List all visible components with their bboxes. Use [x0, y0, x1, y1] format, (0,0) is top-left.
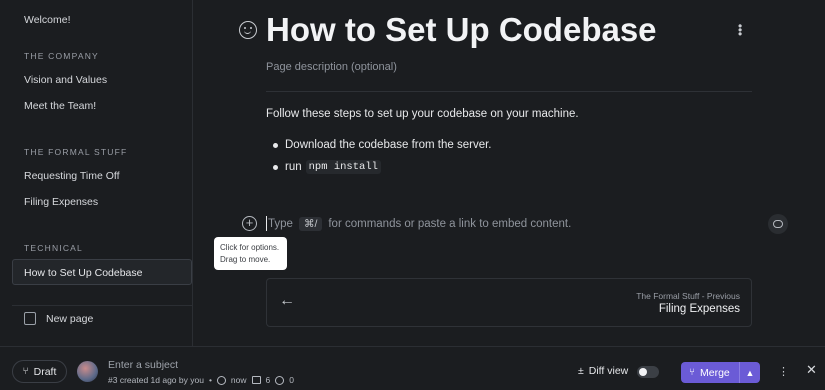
- shortcut-kbd: ⌘/: [298, 217, 323, 231]
- separator-dot: •: [208, 375, 212, 385]
- sidebar-item-expenses[interactable]: Filing Expenses: [24, 196, 98, 208]
- arrow-left-icon: ←: [279, 292, 295, 309]
- diff-view-toggle[interactable]: [637, 366, 659, 378]
- sidebar-item-team[interactable]: Meet the Team!: [24, 100, 96, 112]
- previous-page-label: The Formal Stuff - Previous: [636, 291, 740, 301]
- sidebar-section-company: THE COMPANY: [24, 51, 99, 61]
- subject-input[interactable]: Enter a subject: [108, 359, 178, 371]
- created-info: #3 created 1d ago by you: [108, 375, 204, 385]
- add-block-icon[interactable]: +: [242, 216, 257, 231]
- page-editor: How to Set Up Codebase • • • Page descript…: [193, 0, 825, 346]
- page-options-icon[interactable]: • • •: [738, 20, 742, 40]
- emoji-picker-icon[interactable]: [239, 21, 257, 39]
- sidebar-item-codebase[interactable]: How to Set Up Codebase: [12, 259, 192, 285]
- diff-icon: ±: [578, 365, 584, 377]
- tooltip-line: Click for options.: [220, 243, 280, 252]
- sidebar: Welcome! THE COMPANY Vision and Values M…: [0, 0, 193, 346]
- draft-button[interactable]: ⑂ Draft: [12, 360, 67, 383]
- pages-icon: [251, 376, 261, 384]
- merge-icon: ⑂: [689, 367, 695, 378]
- placeholder-suffix: for commands or paste a link to embed co…: [328, 218, 572, 230]
- new-page-icon: [24, 312, 36, 325]
- list-item-text: Download the codebase from the server.: [285, 139, 492, 151]
- content-paragraph[interactable]: Follow these steps to set up your codeba…: [266, 108, 579, 120]
- block-input-placeholder[interactable]: Type ⌘/ for commands or paste a link to …: [268, 217, 571, 231]
- placeholder-prefix: Type: [268, 218, 293, 230]
- comment-icon[interactable]: [768, 214, 788, 234]
- sidebar-item-label: How to Set Up Codebase: [24, 267, 143, 279]
- avatar: [77, 361, 98, 382]
- comments-count: 0: [289, 375, 294, 385]
- page-description-input[interactable]: Page description (optional): [266, 61, 397, 73]
- comment-count-icon: [275, 375, 285, 385]
- inline-code: npm install: [305, 160, 381, 174]
- diff-view-text: Diff view: [588, 365, 629, 377]
- merge-button[interactable]: ⑂ Merge ▲: [681, 362, 760, 383]
- new-page-button[interactable]: New page: [24, 312, 93, 325]
- merge-main[interactable]: ⑂ Merge: [681, 362, 739, 383]
- chevron-up-icon[interactable]: ▲: [739, 362, 760, 383]
- merge-footer: ⑂ Draft Enter a subject #3 created 1d ag…: [0, 346, 825, 390]
- draft-label: Draft: [33, 365, 57, 378]
- sidebar-section-formal: THE FORMAL STUFF: [24, 147, 128, 157]
- sidebar-item-time-off[interactable]: Requesting Time Off: [24, 170, 120, 182]
- pages-count: 6: [265, 375, 271, 385]
- updated-time: now: [230, 375, 247, 385]
- text-cursor: [266, 216, 267, 231]
- sidebar-section-technical: TECHNICAL: [24, 243, 83, 253]
- branch-icon: ⑂: [22, 366, 29, 377]
- change-meta: #3 created 1d ago by you • now 6 0: [108, 375, 294, 385]
- title-divider: [266, 91, 752, 92]
- list-item[interactable]: Download the codebase from the server.: [273, 139, 491, 151]
- sidebar-divider: [12, 305, 192, 306]
- clock-icon: [216, 375, 226, 385]
- close-icon[interactable]: ✕: [806, 362, 817, 378]
- new-page-label: New page: [46, 312, 94, 325]
- more-options-icon[interactable]: ⋮: [778, 365, 789, 378]
- list-item-text: run: [285, 161, 302, 173]
- tooltip-line: Drag to move.: [220, 254, 271, 264]
- diff-view-label[interactable]: ± Diff view: [578, 365, 628, 377]
- merge-label: Merge: [700, 366, 730, 379]
- sidebar-item-vision[interactable]: Vision and Values: [24, 74, 107, 86]
- drag-handle-tooltip: Click for options. Drag to move.: [214, 237, 287, 270]
- previous-page-card[interactable]: ← The Formal Stuff - Previous Filing Exp…: [266, 278, 752, 327]
- list-item[interactable]: run npm install: [273, 160, 381, 174]
- page-title[interactable]: How to Set Up Codebase: [266, 11, 657, 49]
- previous-page-title: Filing Expenses: [658, 303, 740, 315]
- sidebar-item-welcome[interactable]: Welcome!: [24, 14, 71, 26]
